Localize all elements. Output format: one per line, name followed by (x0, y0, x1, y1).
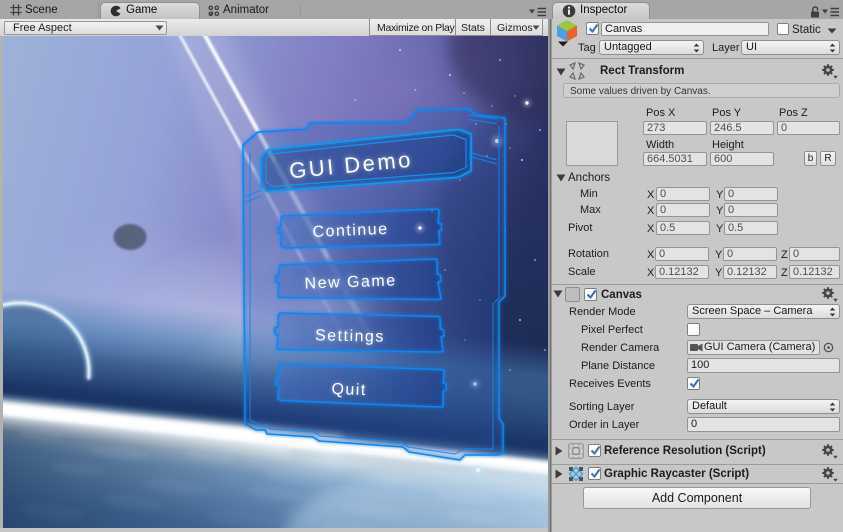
svg-text:New Game: New Game (304, 272, 397, 292)
svg-text:Settings: Settings (315, 327, 385, 345)
svg-text:Continue: Continue (312, 221, 389, 241)
svg-text:Quit: Quit (331, 381, 367, 399)
